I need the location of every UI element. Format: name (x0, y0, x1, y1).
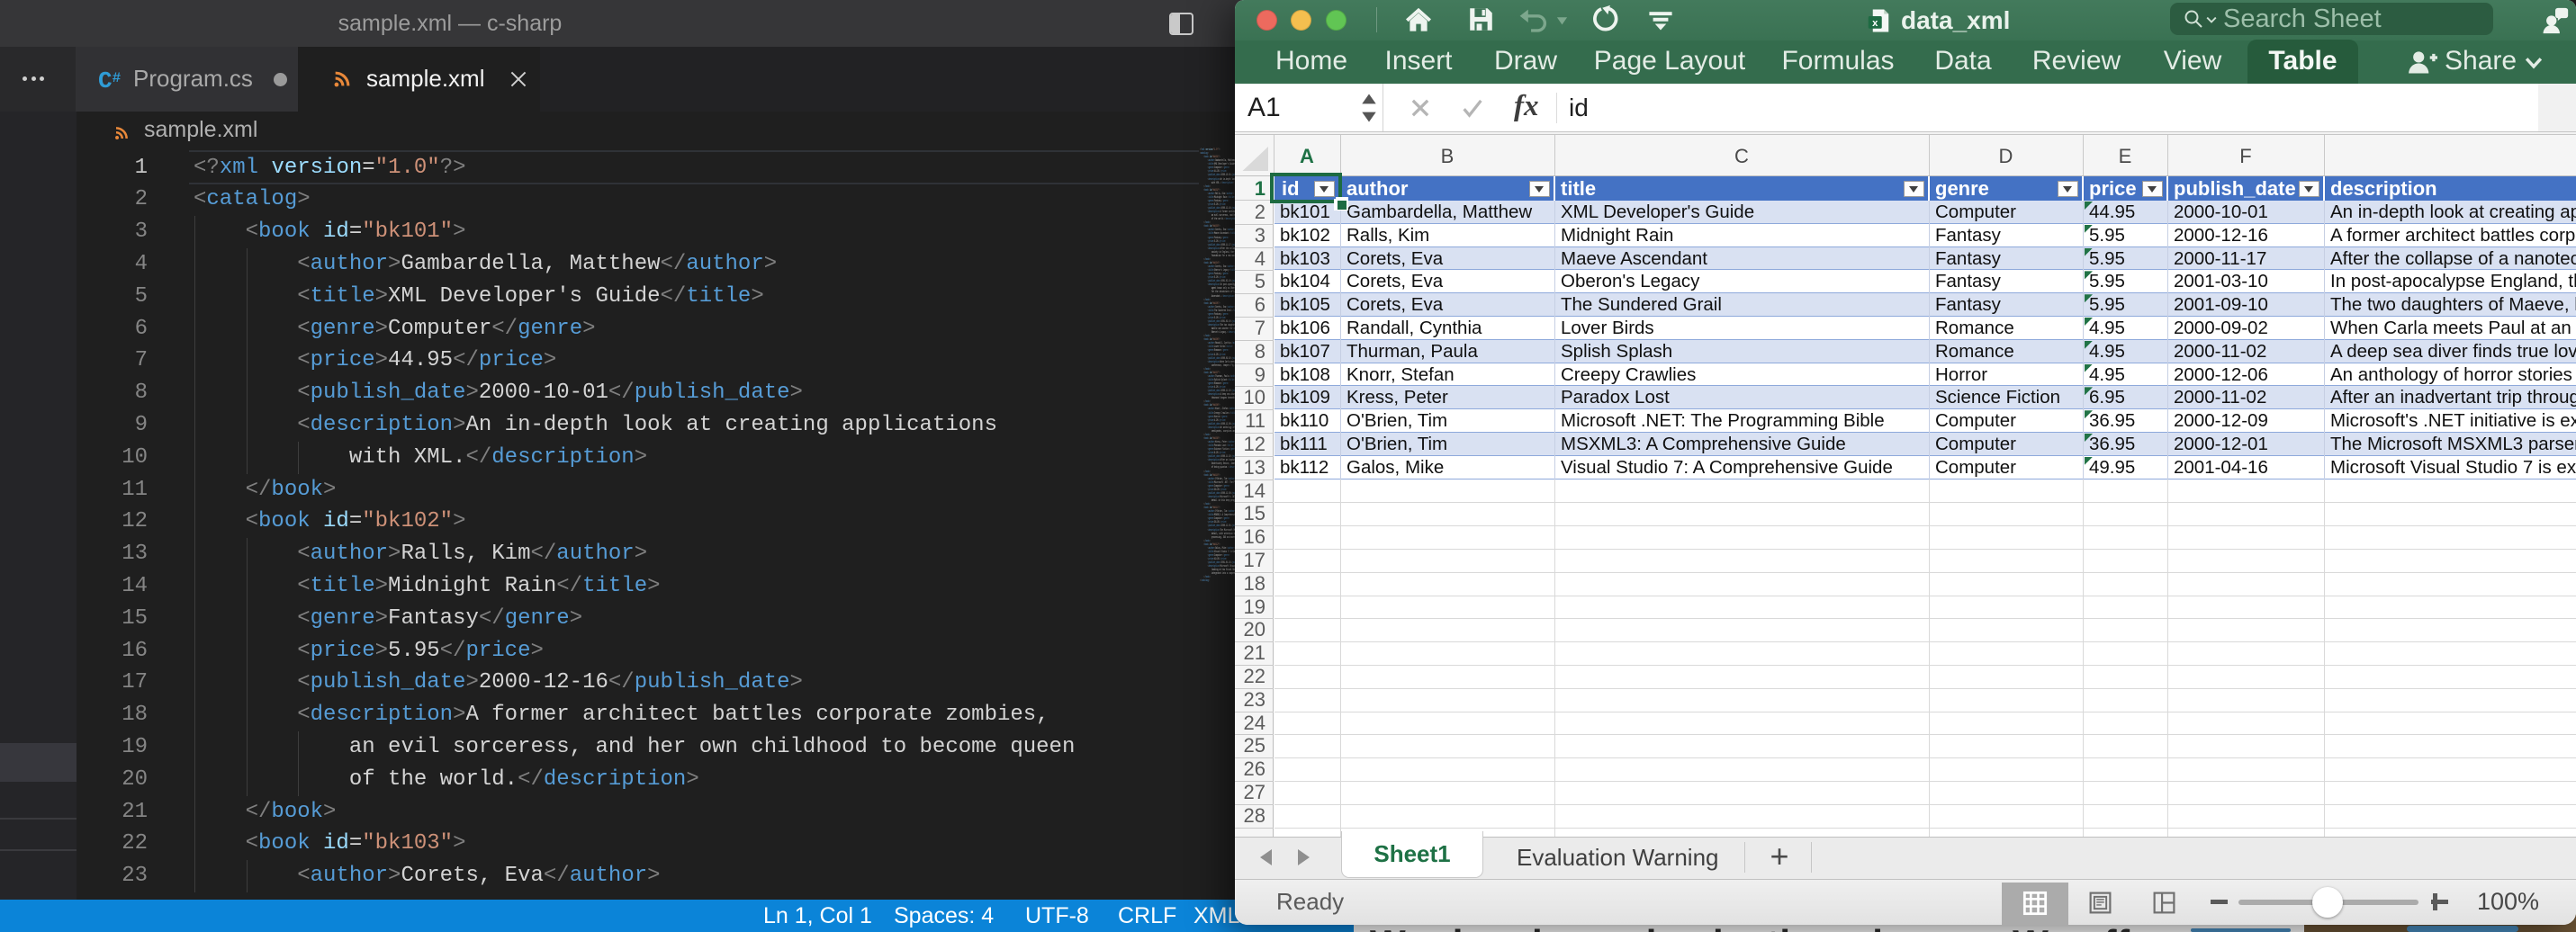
svg-text:x: x (1872, 18, 1878, 29)
